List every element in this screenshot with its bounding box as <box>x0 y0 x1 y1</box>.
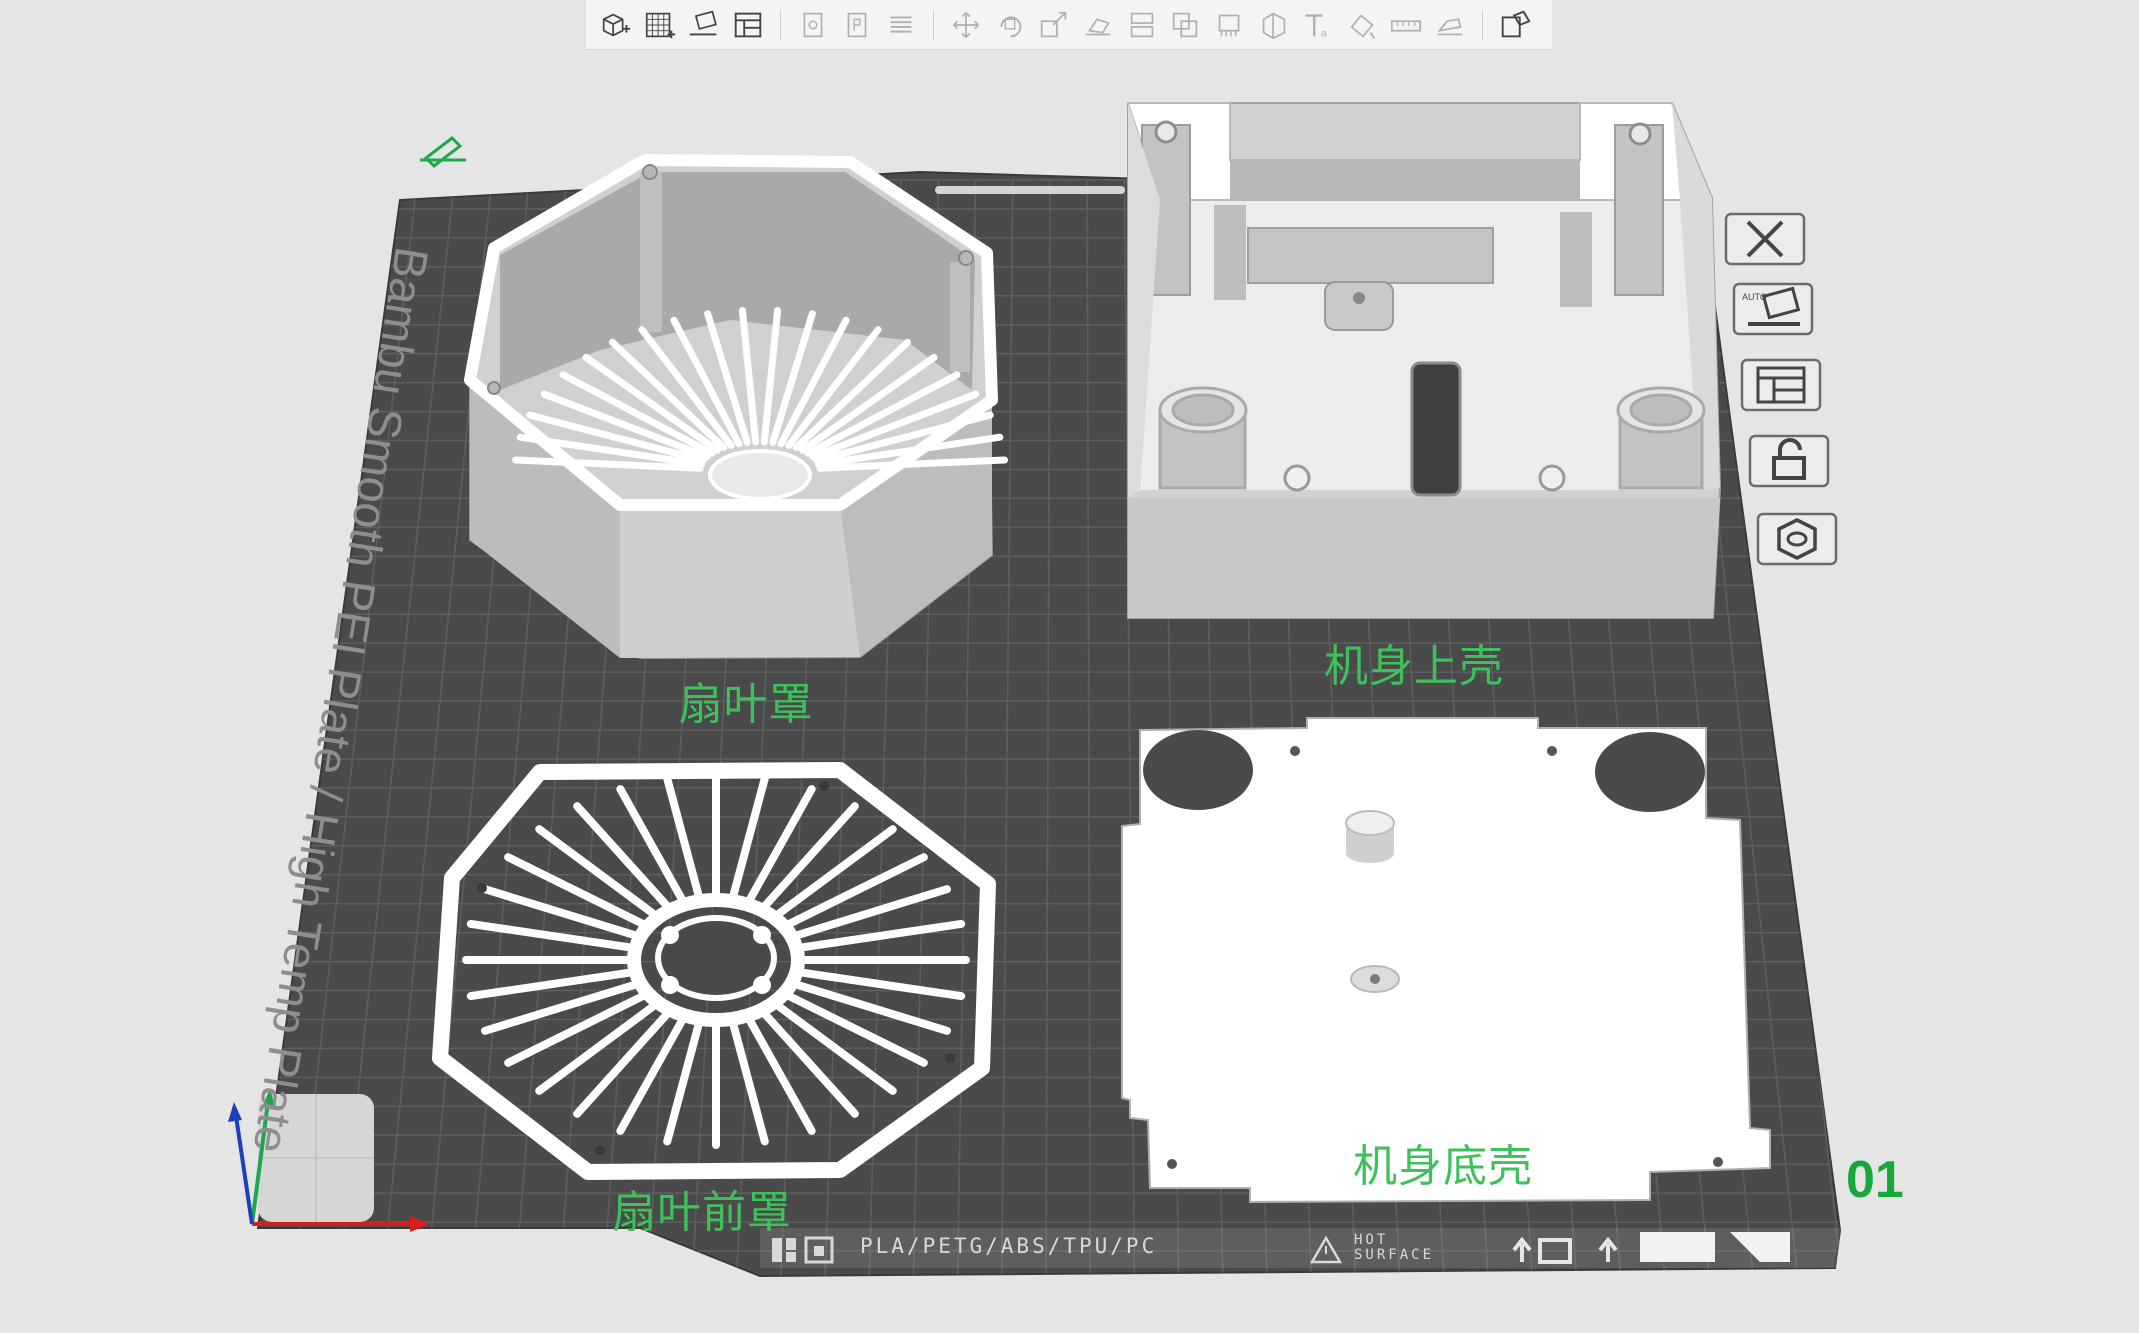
plate-number: 01 <box>1846 1151 1904 1209</box>
close-icon <box>1724 212 1806 266</box>
object-label-top-shell[interactable]: 机身上壳 <box>1324 630 1504 694</box>
object-label-bottom-shell[interactable]: 机身底壳 <box>1353 1130 1533 1194</box>
arrange-plate-button[interactable] <box>1738 356 1824 414</box>
plate-settings-button[interactable] <box>1754 510 1840 568</box>
arrange-plate-icon <box>1740 358 1822 412</box>
plate-tag <box>1640 1232 1715 1262</box>
object-label-fan-front-guard[interactable]: 扇叶前罩 <box>612 1176 792 1240</box>
unlock-icon <box>1748 434 1830 488</box>
auto-orient-plate-icon: AUTO <box>1732 282 1814 336</box>
model-fan-guard[interactable] <box>464 154 1009 660</box>
auto-orient-plate-button[interactable]: AUTO <box>1730 280 1816 338</box>
remove-plate-button[interactable] <box>1722 210 1808 268</box>
svg-text:AUTO: AUTO <box>1742 292 1767 302</box>
lock-plate-button[interactable] <box>1746 432 1832 490</box>
plate-filament-types: PLA/PETG/ABS/TPU/PC <box>860 1234 1158 1258</box>
plate-settings-icon <box>1756 512 1838 566</box>
hot-surface-line-2: SURFACE <box>1354 1247 1435 1263</box>
edit-name-icon[interactable] <box>420 136 466 168</box>
hot-surface-line-1: HOT <box>1354 1232 1389 1248</box>
model-body-top-shell[interactable] <box>1126 102 1722 619</box>
hot-surface-label: HOT SURFACE <box>1354 1233 1434 1263</box>
object-label-fan-guard[interactable]: 扇叶罩 <box>679 668 814 732</box>
standoff <box>1345 810 1395 863</box>
plate-handle <box>935 186 1125 194</box>
